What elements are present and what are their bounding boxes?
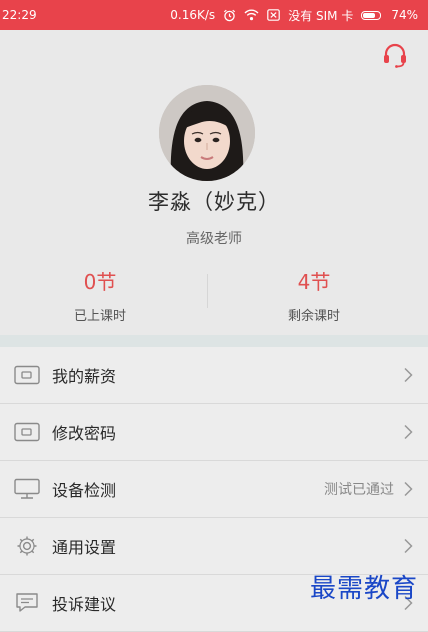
teacher-name: 李淼（妙克） — [148, 190, 280, 214]
menu-item-device-check[interactable]: 设备检测 测试已通过 — [0, 461, 428, 518]
profile-header: 李淼（妙克） 高级老师 0节 已上课时 4节 剩余课时 — [0, 30, 428, 335]
status-bar: 22:29 0.16K/s 没有 SIM 卡 74% — [0, 0, 428, 30]
wallet-icon — [14, 421, 40, 443]
stat-value: 4节 — [297, 270, 331, 294]
menu-item-status: 测试已通过 — [324, 482, 394, 498]
menu-item-salary[interactable]: 我的薪资 — [0, 347, 428, 404]
wifi-icon — [244, 9, 259, 21]
net-speed: 0.16K/s — [170, 8, 216, 22]
stat-label: 已上课时 — [73, 309, 126, 324]
menu-item-label: 投诉建议 — [52, 595, 117, 614]
menu-item-label: 通用设置 — [52, 538, 117, 557]
chevron-right-icon — [402, 481, 414, 497]
menu-item-label: 修改密码 — [52, 424, 117, 443]
message-icon — [14, 592, 40, 614]
chevron-right-icon — [402, 424, 414, 440]
stat-completed-hours: 0节 已上课时 — [0, 266, 200, 324]
alarm-icon — [223, 9, 236, 22]
avatar[interactable] — [159, 85, 255, 181]
wallet-icon — [14, 364, 40, 386]
menu-item-general-settings[interactable]: 通用设置 — [0, 518, 428, 575]
teacher-title: 高级老师 — [186, 231, 242, 247]
sim-status: 没有 SIM 卡 — [288, 8, 354, 23]
battery-percent: 74% — [391, 8, 418, 22]
gear-icon — [14, 535, 40, 557]
battery-icon — [361, 10, 382, 20]
menu-item-change-password[interactable]: 修改密码 — [0, 404, 428, 461]
section-divider — [0, 335, 428, 347]
stat-label: 剩余课时 — [287, 309, 340, 324]
chevron-right-icon — [402, 538, 414, 554]
no-sim-icon — [267, 9, 280, 21]
menu-item-label: 我的薪资 — [52, 367, 117, 386]
status-indicators: 0.16K/s 没有 SIM 卡 74% — [170, 7, 418, 24]
menu-item-label: 设备检测 — [52, 481, 117, 500]
status-time: 22:29 — [2, 8, 37, 22]
monitor-icon — [14, 478, 40, 500]
stat-divider — [207, 274, 208, 308]
stat-value: 0节 — [83, 270, 117, 294]
watermark: 最需教育 — [309, 574, 418, 604]
stat-remaining-hours: 4节 剩余课时 — [214, 266, 414, 324]
chevron-right-icon — [402, 367, 414, 383]
